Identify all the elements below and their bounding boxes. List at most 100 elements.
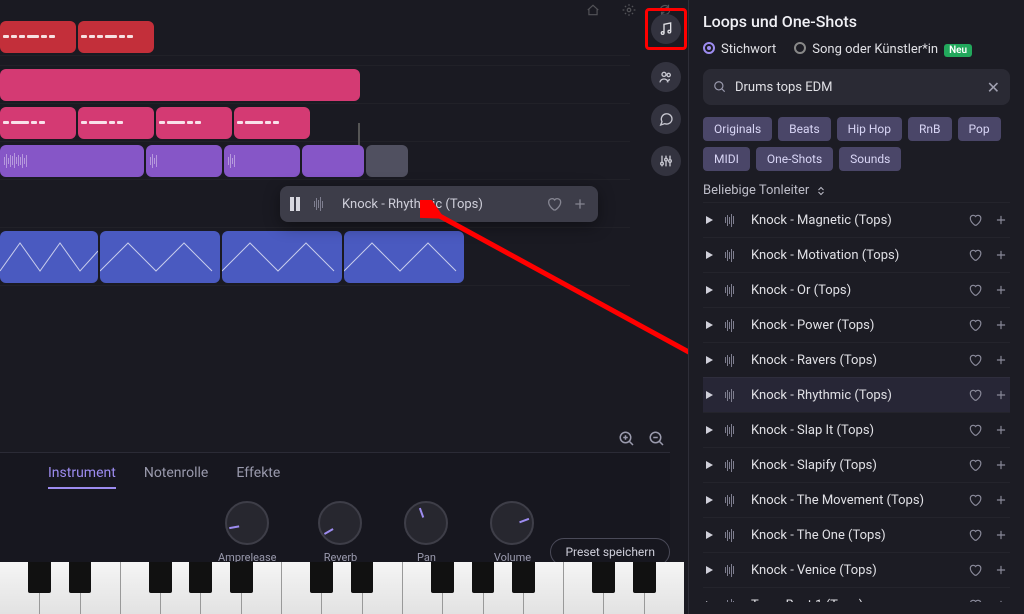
add-icon[interactable] <box>994 318 1010 332</box>
loops-library-button[interactable] <box>651 14 681 44</box>
loop-item[interactable]: Knock - Or (Tops) <box>703 272 1010 307</box>
tab-instrument[interactable]: Instrument <box>48 465 116 489</box>
play-icon[interactable] <box>703 319 715 331</box>
loop-item[interactable]: Knock - The Movement (Tops) <box>703 482 1010 517</box>
piano-key[interactable] <box>0 562 40 614</box>
play-icon[interactable] <box>703 249 715 261</box>
add-icon[interactable] <box>994 528 1010 542</box>
piano-key[interactable] <box>121 562 161 614</box>
loop-item[interactable]: Knock - Magnetic (Tops) <box>703 202 1010 237</box>
piano-key[interactable] <box>403 562 443 614</box>
loop-item[interactable]: Knock - Ravers (Tops) <box>703 342 1010 377</box>
audio-clip[interactable] <box>78 21 154 53</box>
loop-list[interactable]: Knock - Magnetic (Tops) Knock - Motivati… <box>703 202 1010 602</box>
clear-search-icon[interactable]: ✕ <box>987 78 1000 97</box>
track-row[interactable] <box>0 66 630 104</box>
favorite-icon[interactable] <box>968 528 984 542</box>
piano-key-black[interactable] <box>351 562 374 593</box>
add-icon[interactable] <box>994 213 1010 227</box>
collaborators-button[interactable] <box>651 62 681 92</box>
radio-song[interactable]: Song oder Künstler*inNeu <box>794 41 972 57</box>
track-row[interactable] <box>0 142 630 180</box>
audio-clip[interactable] <box>344 231 464 283</box>
add-icon[interactable] <box>994 248 1010 262</box>
piano-key-black[interactable] <box>512 562 535 593</box>
favorite-icon[interactable] <box>968 388 984 402</box>
add-icon[interactable] <box>572 196 588 212</box>
timeline[interactable] <box>0 18 630 438</box>
piano-key[interactable] <box>564 562 604 614</box>
knob-pan[interactable]: Pan <box>404 501 448 564</box>
tab-notenrolle[interactable]: Notenrolle <box>144 465 209 489</box>
play-icon[interactable] <box>703 214 715 226</box>
add-icon[interactable] <box>994 598 1010 602</box>
mixer-button[interactable] <box>651 146 681 176</box>
audio-clip[interactable] <box>302 145 364 177</box>
tag[interactable]: MIDI <box>703 147 750 171</box>
audio-clip[interactable] <box>0 145 144 177</box>
play-icon[interactable] <box>703 564 715 576</box>
favorite-icon[interactable] <box>968 248 984 262</box>
tag[interactable]: Pop <box>958 117 1001 141</box>
add-icon[interactable] <box>994 493 1010 507</box>
add-icon[interactable] <box>994 563 1010 577</box>
pause-icon[interactable] <box>290 197 304 211</box>
audio-clip[interactable] <box>0 231 98 283</box>
zoom-in-button[interactable] <box>618 430 636 448</box>
add-icon[interactable] <box>994 353 1010 367</box>
favorite-icon[interactable] <box>968 598 984 602</box>
audio-clip[interactable] <box>78 107 154 139</box>
add-icon[interactable] <box>994 388 1010 402</box>
tag[interactable]: Beats <box>778 117 831 141</box>
audio-clip[interactable] <box>156 107 232 139</box>
tag[interactable]: Hip Hop <box>837 117 902 141</box>
piano-key-black[interactable] <box>149 562 172 593</box>
audio-clip[interactable] <box>0 69 360 101</box>
favorite-icon[interactable] <box>968 563 984 577</box>
piano-key-black[interactable] <box>431 562 454 593</box>
loop-item[interactable]: Knock - Rhythmic (Tops) <box>703 377 1010 412</box>
knob-volume[interactable]: Volume <box>490 501 534 564</box>
scale-filter[interactable]: Beliebige Tonleiter <box>703 183 1010 198</box>
piano-keyboard[interactable] <box>0 562 684 614</box>
audio-clip[interactable] <box>0 107 76 139</box>
piano-key-black[interactable] <box>28 562 51 593</box>
search-input[interactable] <box>735 80 979 95</box>
favorite-icon[interactable] <box>968 283 984 297</box>
radio-stichwort[interactable]: Stichwort <box>703 41 776 57</box>
favorite-icon[interactable] <box>968 493 984 507</box>
audio-clip[interactable] <box>222 231 342 283</box>
piano-key-black[interactable] <box>69 562 92 593</box>
favorite-icon[interactable] <box>546 196 562 212</box>
play-icon[interactable] <box>703 459 715 471</box>
zoom-out-button[interactable] <box>648 430 666 448</box>
favorite-icon[interactable] <box>968 353 984 367</box>
track-row[interactable] <box>0 104 630 142</box>
favorite-icon[interactable] <box>968 318 984 332</box>
piano-key-black[interactable] <box>310 562 333 593</box>
loop-item[interactable]: Knock - Motivation (Tops) <box>703 237 1010 272</box>
favorite-icon[interactable] <box>968 213 984 227</box>
play-icon[interactable] <box>703 354 715 366</box>
piano-key-black[interactable] <box>633 562 656 593</box>
play-icon[interactable] <box>703 529 715 541</box>
dragged-loop-chip[interactable]: Knock - Rhythmic (Tops) <box>280 186 598 222</box>
audio-clip[interactable] <box>224 145 300 177</box>
loop-item[interactable]: Knock - The One (Tops) <box>703 517 1010 552</box>
piano-key-black[interactable] <box>592 562 615 593</box>
add-icon[interactable] <box>994 283 1010 297</box>
favorite-icon[interactable] <box>968 458 984 472</box>
play-icon[interactable] <box>703 599 715 602</box>
add-icon[interactable] <box>994 458 1010 472</box>
piano-key-black[interactable] <box>189 562 212 593</box>
add-icon[interactable] <box>994 423 1010 437</box>
tag[interactable]: Originals <box>703 117 772 141</box>
piano-key-black[interactable] <box>472 562 495 593</box>
play-icon[interactable] <box>703 284 715 296</box>
tag[interactable]: RnB <box>908 117 952 141</box>
play-icon[interactable] <box>703 494 715 506</box>
tag[interactable]: Sounds <box>839 147 901 171</box>
audio-clip[interactable] <box>146 145 222 177</box>
loop-item[interactable]: Knock - Power (Tops) <box>703 307 1010 342</box>
loop-item[interactable]: Two - Beat 1 (Tops) <box>703 587 1010 602</box>
